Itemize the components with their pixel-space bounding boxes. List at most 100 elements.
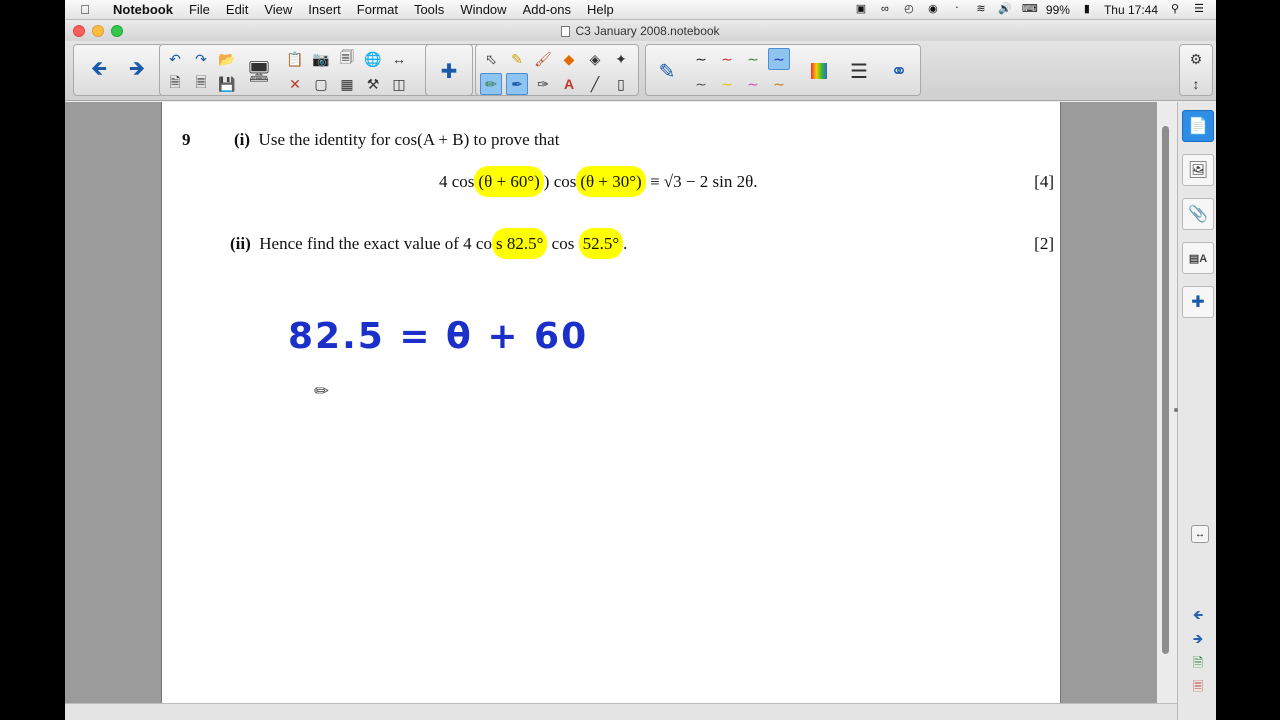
menu-view[interactable]: View bbox=[256, 2, 300, 17]
panel-divider-handle[interactable] bbox=[1174, 408, 1178, 412]
transparency-button[interactable]: ⚭ bbox=[882, 49, 916, 93]
pen-preset-2[interactable]: ∼ bbox=[716, 48, 738, 70]
add-ons-tab[interactable]: ✚ bbox=[1182, 286, 1214, 318]
pen-preset-8[interactable]: ∼ bbox=[768, 73, 790, 95]
pen-preset-4[interactable]: ∼ bbox=[768, 48, 790, 70]
notebook-page[interactable]: 9 (i) Use the identity for cos(A + B) to… bbox=[161, 102, 1061, 703]
minimize-window-button[interactable] bbox=[92, 25, 104, 37]
brush-tool-button[interactable]: 🖌 bbox=[532, 48, 554, 70]
record-icon[interactable]: ◉ bbox=[926, 3, 940, 16]
part-ii-label: (ii) bbox=[230, 234, 251, 253]
gallery-tab[interactable]: 🖼 bbox=[1182, 154, 1214, 186]
line-tool-button[interactable]: ╱ bbox=[584, 73, 606, 95]
add-page-button[interactable]: 🗎 bbox=[164, 73, 186, 95]
part-i-label: (i) bbox=[234, 130, 251, 149]
display-screen-button[interactable]: 🖥 bbox=[242, 49, 276, 93]
folder-icon: 📂 bbox=[218, 50, 236, 67]
battery-percent[interactable]: 99% bbox=[1046, 3, 1070, 17]
menu-edit[interactable]: Edit bbox=[218, 2, 256, 17]
part-ii-text: Hence find the exact value of 4 co bbox=[259, 234, 492, 253]
eraser-tool-button[interactable]: ▯ bbox=[610, 73, 632, 95]
page-sorter-tab[interactable]: 📄 bbox=[1182, 110, 1214, 142]
undo-button[interactable]: ↶ bbox=[164, 48, 186, 70]
paste-button[interactable]: 📋 bbox=[284, 48, 306, 70]
pens-tool-button[interactable]: ✏ bbox=[480, 73, 502, 95]
eq-middle: ) cos bbox=[543, 172, 577, 191]
delete-page-icon: 🗏 bbox=[195, 74, 207, 90]
arrange-button[interactable]: ◫ bbox=[388, 73, 410, 95]
add-page-small-button[interactable]: 🗎 bbox=[1189, 655, 1207, 674]
bluetooth-icon[interactable]: ᛫ bbox=[950, 3, 964, 16]
volume-icon[interactable]: 🔊 bbox=[998, 3, 1012, 16]
pen-preset-7[interactable]: ∼ bbox=[742, 73, 764, 95]
shapes-tool-button[interactable]: ◆ bbox=[558, 48, 580, 70]
fit-width-button[interactable]: ↔ bbox=[388, 48, 410, 70]
next-page-small-button[interactable]: 🡺 bbox=[1189, 631, 1207, 650]
fill-tool-button[interactable]: ◈ bbox=[584, 48, 606, 70]
addon-group: ✚ bbox=[425, 44, 473, 96]
menu-window[interactable]: Window bbox=[452, 2, 514, 17]
open-button[interactable]: 📂 bbox=[216, 48, 238, 70]
sync-icon[interactable]: ◴ bbox=[902, 3, 916, 16]
previous-page-button[interactable]: 🡸 bbox=[82, 49, 116, 93]
wifi-icon[interactable]: ≋ bbox=[974, 3, 988, 16]
pen-preset-6[interactable]: ∼ bbox=[716, 73, 738, 95]
pen-preset-1[interactable]: ∼ bbox=[690, 48, 712, 70]
pens-icon: ✏ bbox=[485, 75, 497, 92]
smart-icon[interactable]: ▣ bbox=[854, 3, 868, 16]
menu-help[interactable]: Help bbox=[579, 2, 622, 17]
apple-menu-icon[interactable]:  bbox=[65, 2, 105, 17]
handwritten-working-line: 82.5 = θ + 60 bbox=[288, 316, 589, 357]
zoom-window-button[interactable] bbox=[111, 25, 123, 37]
vertical-scroll-thumb[interactable] bbox=[1162, 126, 1169, 654]
keyboard-icon[interactable]: ⌨ bbox=[1022, 3, 1038, 16]
select-tool-button[interactable]: ⬁ bbox=[480, 48, 502, 70]
settings-button[interactable]: ⚙ bbox=[1185, 48, 1207, 70]
menu-app-name[interactable]: Notebook bbox=[105, 2, 181, 17]
magic-pen-button[interactable]: ✦ bbox=[610, 48, 632, 70]
menu-file[interactable]: File bbox=[181, 2, 218, 17]
pen-preset-5[interactable]: ∼ bbox=[690, 73, 712, 95]
text-tool-button[interactable]: A bbox=[558, 73, 580, 95]
battery-icon[interactable]: ▮ bbox=[1080, 3, 1094, 16]
redo-button[interactable]: ↷ bbox=[190, 48, 212, 70]
toolbar-position-button[interactable]: ↕ bbox=[1185, 73, 1207, 95]
line-style-button[interactable]: ☰ bbox=[842, 49, 876, 93]
notification-center-icon[interactable]: ☰ bbox=[1192, 3, 1206, 16]
menu-insert[interactable]: Insert bbox=[300, 2, 349, 17]
add-ons-button[interactable]: ✚ bbox=[432, 49, 466, 93]
delete-page-button[interactable]: 🗏 bbox=[190, 73, 212, 95]
menu-format[interactable]: Format bbox=[349, 2, 406, 17]
color-palette-button[interactable] bbox=[802, 49, 836, 93]
gallery-button[interactable]: 🌐 bbox=[362, 48, 384, 70]
stroke-red-icon: ∼ bbox=[721, 50, 733, 67]
capture-button[interactable]: 📷 bbox=[310, 48, 332, 70]
pen-style-button[interactable]: ✎ bbox=[650, 49, 684, 93]
delete-page-small-button[interactable]: 🗏 bbox=[1189, 679, 1207, 698]
menu-tools[interactable]: Tools bbox=[406, 2, 452, 17]
next-page-button[interactable]: 🡺 bbox=[120, 49, 154, 93]
menu-add-ons[interactable]: Add-ons bbox=[515, 2, 579, 17]
pen-preset-3[interactable]: ∼ bbox=[742, 48, 764, 70]
creative-cloud-icon[interactable]: ∞ bbox=[878, 3, 892, 16]
pen-tool-button[interactable]: ✒ bbox=[506, 73, 528, 95]
spotlight-icon[interactable]: ⚲ bbox=[1168, 3, 1182, 16]
clock[interactable]: Thu 17:44 bbox=[1104, 3, 1158, 17]
creative-pen-button[interactable]: ✑ bbox=[532, 73, 554, 95]
part-ii-prompt: (ii) Hence find the exact value of 4 co s… bbox=[230, 228, 627, 259]
link-button[interactable]: ⚒ bbox=[362, 73, 384, 95]
properties-tab[interactable]: ▤A bbox=[1182, 242, 1214, 274]
delete-button[interactable]: ✕ bbox=[284, 73, 306, 95]
screen-shade-button[interactable]: 🗐 bbox=[336, 48, 358, 70]
highlighter-tool-button[interactable]: ✎ bbox=[506, 48, 528, 70]
shapes-icon: ◆ bbox=[563, 50, 575, 67]
save-button[interactable]: 💾 bbox=[216, 73, 238, 95]
table-button[interactable]: ▦ bbox=[336, 73, 358, 95]
close-window-button[interactable] bbox=[73, 25, 85, 37]
panel-expand-button[interactable]: ↔ bbox=[1191, 525, 1209, 543]
previous-page-small-button[interactable]: 🡸 bbox=[1189, 607, 1207, 626]
arrow-left-small-icon: 🡸 bbox=[1192, 607, 1204, 622]
part-ii-middle: cos bbox=[547, 234, 579, 253]
screen-button[interactable]: ▢ bbox=[310, 73, 332, 95]
attachments-tab[interactable]: 📎 bbox=[1182, 198, 1214, 230]
